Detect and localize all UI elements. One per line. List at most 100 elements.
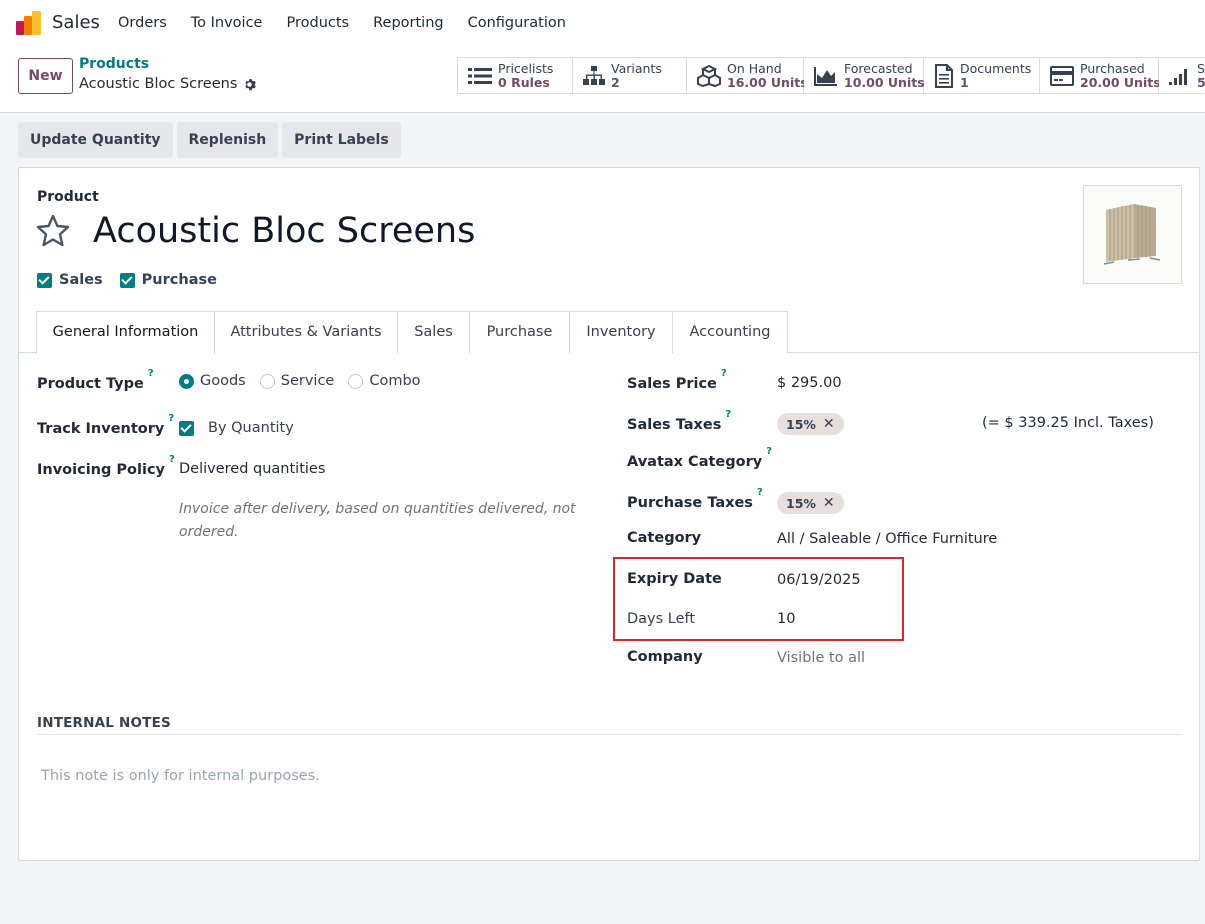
expiry-highlight-box <box>613 557 904 641</box>
new-button[interactable]: New <box>18 58 73 94</box>
variants-value: 2 <box>611 74 620 90</box>
internal-notes-heading: INTERNAL NOTES <box>37 715 171 731</box>
avatax-category-label: Avatax Category? <box>627 446 772 470</box>
menu-orders[interactable]: Orders <box>106 0 179 46</box>
sales-price-field[interactable]: $ 295.00 <box>777 375 842 391</box>
radio-unselected-icon <box>259 373 275 389</box>
forecasted-value: 10.00 <box>844 74 884 90</box>
purchased-smart-button[interactable]: Purchased 20.00 Units <box>1040 58 1161 93</box>
forecasted-smart-button[interactable]: Forecasted 10.00 Units <box>804 58 925 93</box>
product-type-goods-radio[interactable]: Goods <box>179 373 246 389</box>
tab-sales[interactable]: Sales <box>397 311 470 353</box>
variants-smart-button[interactable]: Variants 2 <box>573 58 687 93</box>
remove-tag-icon[interactable]: ✕ <box>823 416 835 432</box>
sales-tax-tag[interactable]: 15% ✕ <box>777 413 844 435</box>
print-labels-button[interactable]: Print Labels <box>282 122 401 158</box>
variants-label: Variants <box>611 60 662 76</box>
help-icon[interactable]: ? <box>169 454 175 465</box>
purchase-taxes-label-text: Purchase Taxes <box>627 494 753 511</box>
on-hand-value: 16.00 <box>727 74 767 90</box>
purchased-unit: Units <box>1123 74 1161 90</box>
area-chart-icon <box>814 66 837 86</box>
checkbox-checked-icon <box>119 272 135 288</box>
documents-smart-button[interactable]: Documents 1 <box>924 58 1040 93</box>
list-icon <box>468 67 492 84</box>
sold-value: 5 <box>1197 74 1205 90</box>
menu-products[interactable]: Products <box>274 0 361 46</box>
track-inventory-checkbox[interactable]: By Quantity <box>179 420 294 436</box>
days-left-value: 10 <box>777 611 796 627</box>
pricelists-label: Pricelists <box>498 60 554 76</box>
company-label: Company <box>627 649 703 665</box>
purchase-tax-tag[interactable]: 15% ✕ <box>777 492 844 514</box>
sold-smart-button[interactable]: S 5 <box>1159 58 1205 93</box>
can-be-purchased-checkbox[interactable]: Purchase <box>119 272 217 288</box>
track-inventory-value: By Quantity <box>208 420 294 436</box>
product-type-combo-radio[interactable]: Combo <box>348 373 421 389</box>
help-icon[interactable]: ? <box>757 487 763 498</box>
purchased-value: 20.00 <box>1080 74 1120 90</box>
product-type-combo-label: Combo <box>369 373 421 389</box>
help-icon[interactable]: ? <box>725 409 731 420</box>
internal-notes-editor[interactable]: This note is only for internal purposes. <box>41 768 320 784</box>
documents-label: Documents <box>960 60 1032 76</box>
cubes-icon <box>697 64 721 87</box>
sales-price-label: Sales Price? <box>627 368 727 392</box>
tab-accounting[interactable]: Accounting <box>672 311 788 353</box>
gear-icon[interactable] <box>243 78 257 91</box>
checkbox-checked-icon <box>37 272 52 288</box>
forecasted-label: Forecasted <box>844 60 913 76</box>
signal-icon <box>1169 68 1187 85</box>
tab-attributes-variants[interactable]: Attributes & Variants <box>215 311 398 353</box>
product-type-service-radio[interactable]: Service <box>259 373 335 389</box>
product-options: Sales Purchase <box>37 272 217 288</box>
sales-taxes-incl-amount: (= $ 339.25 Incl. Taxes) <box>982 415 1154 431</box>
breadcrumb-products-link[interactable]: Products <box>79 56 149 72</box>
tab-inventory[interactable]: Inventory <box>569 311 673 353</box>
smart-buttons: Pricelists 0 Rules Variants 2 On Hand 16… <box>457 57 1205 94</box>
company-field[interactable]: Visible to all <box>777 650 865 666</box>
menu-configuration[interactable]: Configuration <box>456 0 578 46</box>
product-name-field[interactable]: Acoustic Bloc Screens <box>93 211 475 251</box>
file-icon <box>935 63 953 88</box>
invoicing-policy-note: Invoice after delivery, based on quantit… <box>179 501 576 540</box>
on-hand-unit: Units <box>770 74 808 90</box>
help-icon[interactable]: ? <box>766 446 772 457</box>
help-icon[interactable]: ? <box>148 368 154 379</box>
checkbox-checked-icon <box>179 420 194 436</box>
top-navbar: Sales Orders To Invoice Products Reporti… <box>0 0 1205 46</box>
on-hand-smart-button[interactable]: On Hand 16.00 Units <box>687 58 808 93</box>
can-be-sold-checkbox[interactable]: Sales <box>37 272 103 288</box>
remove-tag-icon[interactable]: ✕ <box>823 495 835 511</box>
purchase-tax-tag-label: 15% <box>786 495 816 511</box>
credit-card-icon <box>1050 65 1074 86</box>
replenish-button[interactable]: Replenish <box>176 122 279 158</box>
breadcrumb-current-label: Acoustic Bloc Screens <box>79 76 238 92</box>
category-label: Category <box>627 530 702 546</box>
pricelists-smart-button[interactable]: Pricelists 0 Rules <box>458 58 573 93</box>
menu-reporting[interactable]: Reporting <box>361 0 456 46</box>
control-panel: New Products Acoustic Bloc Screens Price… <box>0 46 1205 113</box>
app-name[interactable]: Sales <box>52 12 100 33</box>
expiry-date-field[interactable]: 06/19/2025 <box>777 572 861 588</box>
product-type-label: Product Type? <box>37 368 154 392</box>
invoicing-policy-select[interactable]: Delivered quantities <box>179 461 325 477</box>
sales-app-icon[interactable] <box>16 11 42 35</box>
menu-to-invoice[interactable]: To Invoice <box>179 0 275 46</box>
expiry-date-label: Expiry Date <box>627 571 722 587</box>
help-icon[interactable]: ? <box>168 413 174 424</box>
internal-notes-divider <box>37 734 1182 735</box>
product-type-service-label: Service <box>280 373 335 389</box>
star-icon[interactable] <box>35 213 71 249</box>
product-image[interactable] <box>1083 185 1182 284</box>
help-icon[interactable]: ? <box>721 368 727 379</box>
product-label: Product <box>37 189 99 205</box>
acoustic-screen-image <box>1084 186 1181 283</box>
category-field[interactable]: All / Saleable / Office Furniture <box>777 531 997 547</box>
tab-purchase[interactable]: Purchase <box>469 311 570 353</box>
can-be-sold-label: Sales <box>59 272 103 288</box>
form-action-buttons: Update Quantity Replenish Print Labels <box>18 122 401 158</box>
update-quantity-button[interactable]: Update Quantity <box>18 122 173 158</box>
tab-general-information[interactable]: General Information <box>36 311 215 354</box>
form-tabs: General Information Attributes & Variant… <box>19 311 1199 354</box>
